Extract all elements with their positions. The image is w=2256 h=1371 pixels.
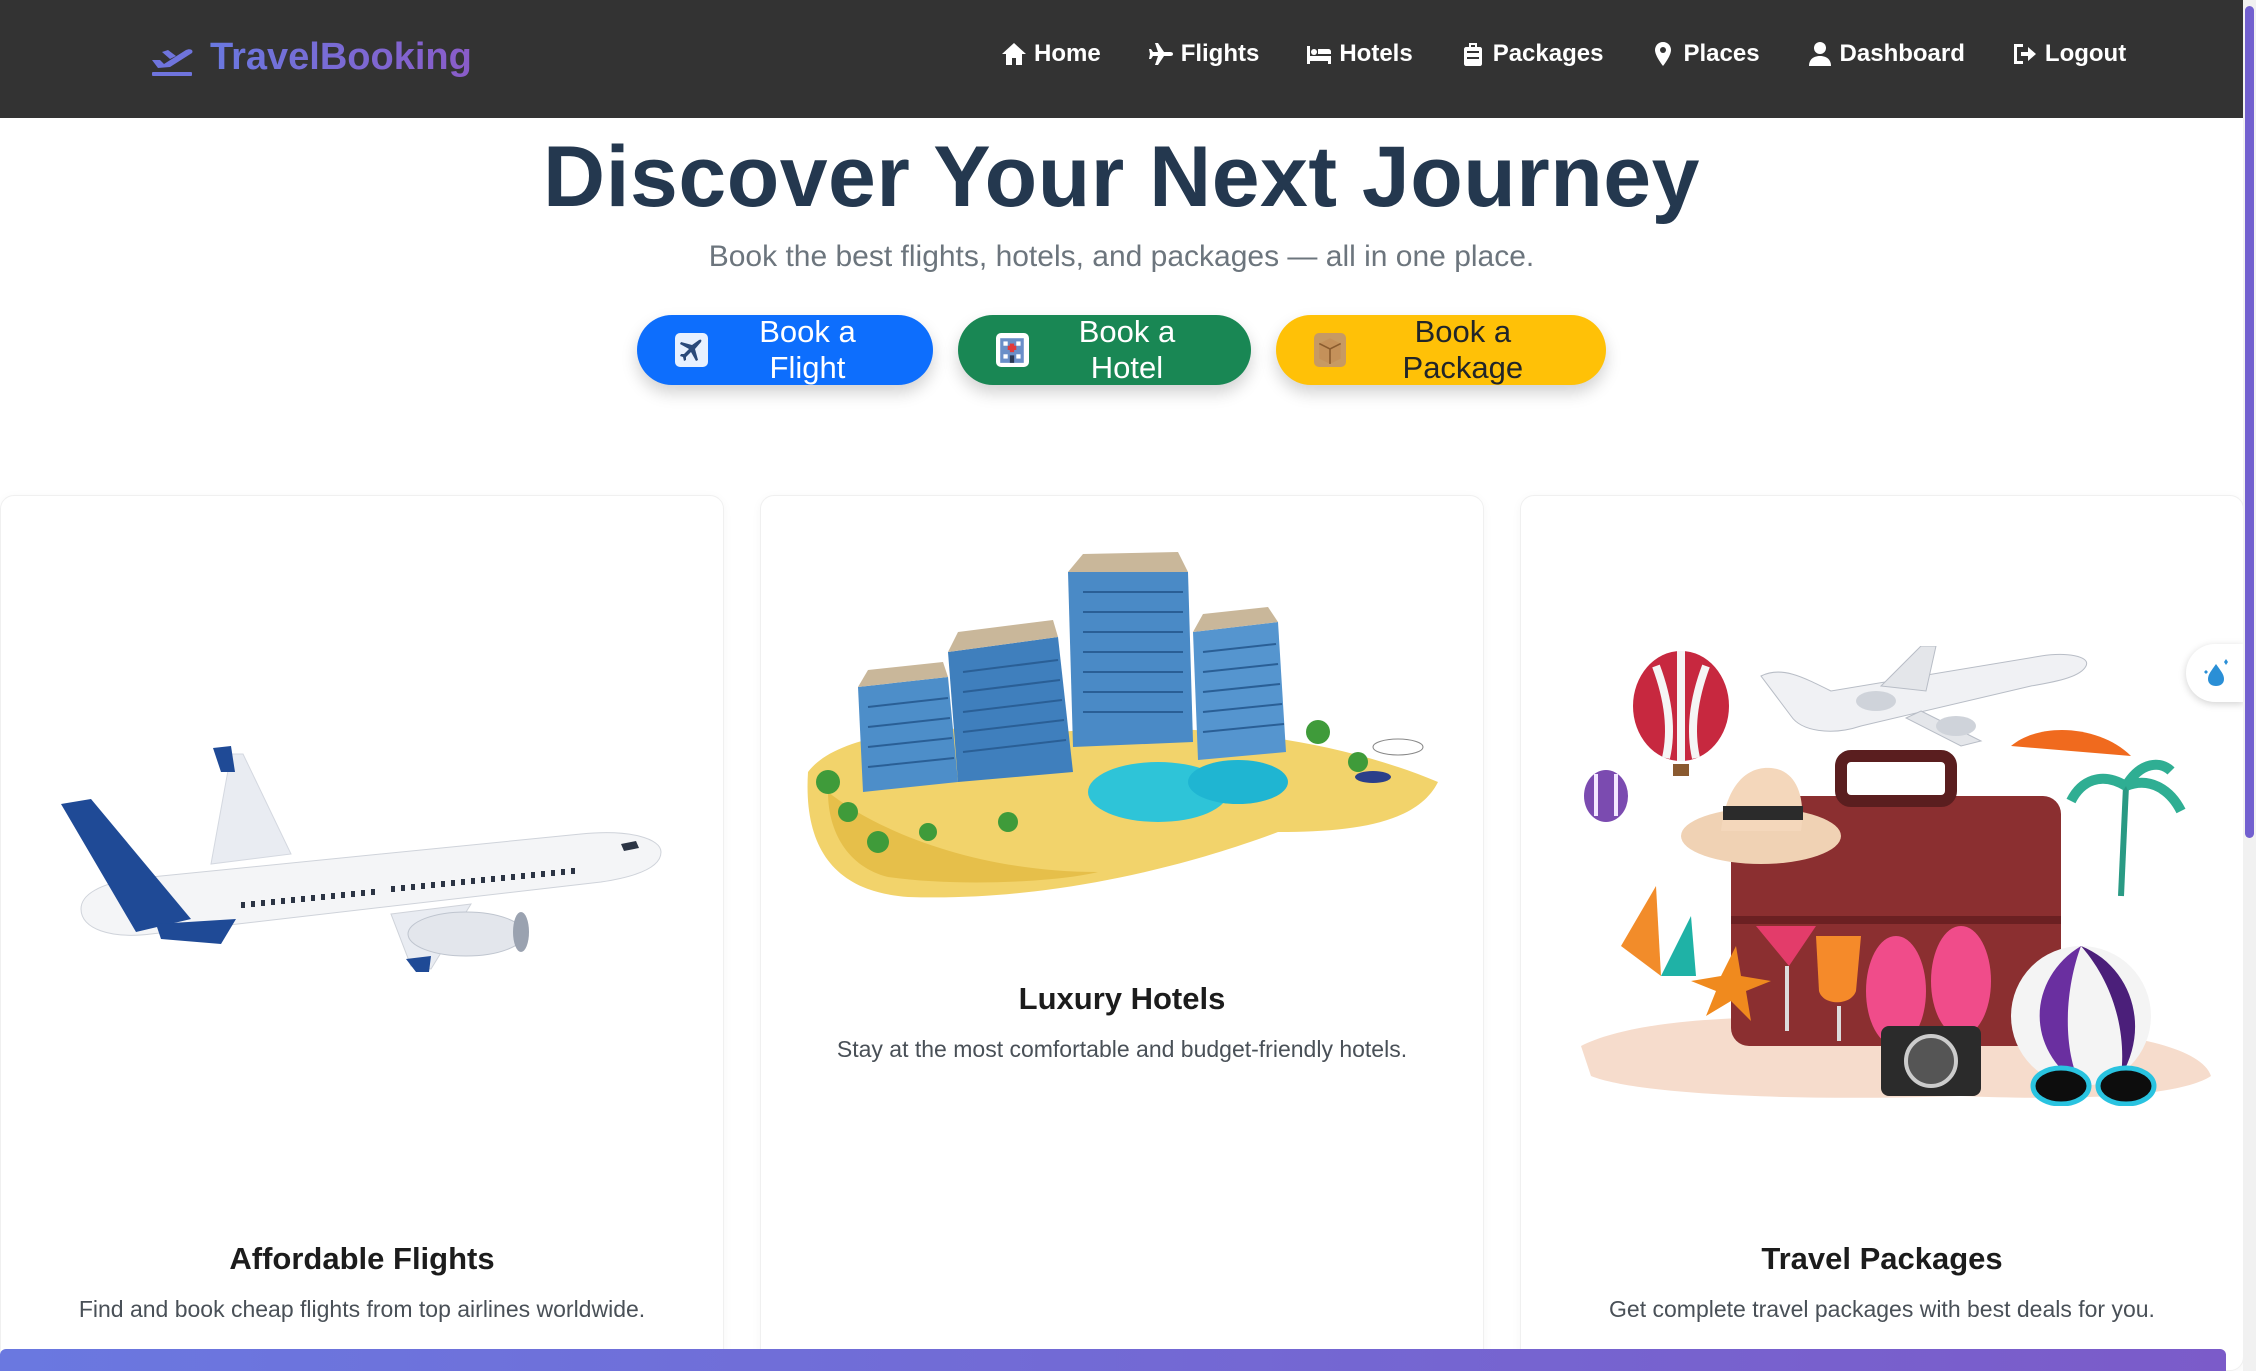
house-icon	[1002, 43, 1026, 65]
plane-icon	[1148, 43, 1173, 65]
nav-item-logout[interactable]: Logout	[2011, 40, 2126, 68]
nav-links: Home Flights Hotels Packages Places Dash…	[1000, 40, 2126, 68]
card-title: Luxury Hotels	[1018, 981, 1226, 1016]
nav-label: Dashboard	[1839, 40, 1965, 67]
card-hotels[interactable]: Luxury Hotels Stay at the most comfortab…	[760, 495, 1484, 1371]
nav-label: Flights	[1180, 40, 1260, 67]
package-box-icon	[1314, 333, 1346, 367]
airplane-icon	[675, 333, 708, 367]
card-title: Travel Packages	[1761, 1241, 2003, 1276]
nav-label: Logout	[2044, 40, 2127, 67]
hero-subtitle: Book the best flights, hotels, and packa…	[708, 240, 1535, 273]
book-flight-button[interactable]: Book a Flight	[637, 314, 933, 385]
nav-item-packages[interactable]: Packages	[1459, 40, 1604, 68]
map-pin-icon	[1655, 42, 1672, 66]
nav-item-places[interactable]: Places	[1649, 40, 1760, 68]
bed-icon	[1307, 46, 1332, 64]
navbar: TravelBooking Home Flights Hotels Packag…	[0, 0, 2243, 118]
nav-item-flights[interactable]: Flights	[1147, 40, 1260, 68]
travel-suitcase-image	[1581, 646, 2211, 1106]
card-text: Get complete travel packages with best d…	[1609, 1296, 2155, 1322]
nav-item-hotels[interactable]: Hotels	[1305, 40, 1413, 68]
book-flight-label: Book a Flight	[759, 314, 856, 385]
nav-label: Home	[1034, 40, 1101, 67]
brand-name: TravelBooking	[210, 36, 472, 78]
card-flights[interactable]: Affordable Flights Find and book cheap f…	[0, 495, 724, 1371]
brand-logo[interactable]: TravelBooking	[148, 36, 472, 79]
card-packages[interactable]: Travel Packages Get complete travel pack…	[1520, 495, 2244, 1371]
book-hotel-button[interactable]: Book a Hotel	[958, 314, 1251, 385]
nav-label: Places	[1683, 40, 1760, 67]
nav-item-dashboard[interactable]: Dashboard	[1806, 40, 1965, 68]
side-widget-button[interactable]	[2186, 644, 2244, 702]
card-text: Find and book cheap flights from top air…	[78, 1296, 646, 1322]
bottom-gradient-bar	[0, 1349, 2226, 1371]
nav-label: Packages	[1492, 40, 1604, 67]
card-text: Stay at the most comfortable and budget-…	[836, 1036, 1408, 1062]
book-package-label: Book a Package	[1402, 314, 1524, 385]
suitcase-icon	[1463, 43, 1482, 66]
user-icon	[1808, 42, 1831, 66]
nav-item-home[interactable]: Home	[1000, 40, 1101, 68]
scrollbar-thumb[interactable]	[2245, 6, 2254, 838]
book-package-button[interactable]: Book a Package	[1276, 314, 1606, 385]
nav-label: Hotels	[1339, 40, 1413, 67]
logout-icon	[2013, 44, 2036, 64]
book-hotel-label: Book a Hotel	[1078, 314, 1176, 385]
resort-hotel-image	[807, 552, 1438, 898]
hero-buttons: Book a Flight Book a Hotel Book a Packag…	[637, 314, 1606, 385]
page: TravelBooking Home Flights Hotels Packag…	[0, 0, 2256, 1371]
plane-departure-icon	[152, 48, 193, 76]
hotel-icon	[996, 333, 1029, 367]
card-title: Affordable Flights	[229, 1241, 495, 1276]
droplet-sparkle-icon	[2204, 659, 2228, 686]
hero-title: Discover Your Next Journey	[543, 129, 1700, 225]
airplane-image	[61, 746, 662, 972]
